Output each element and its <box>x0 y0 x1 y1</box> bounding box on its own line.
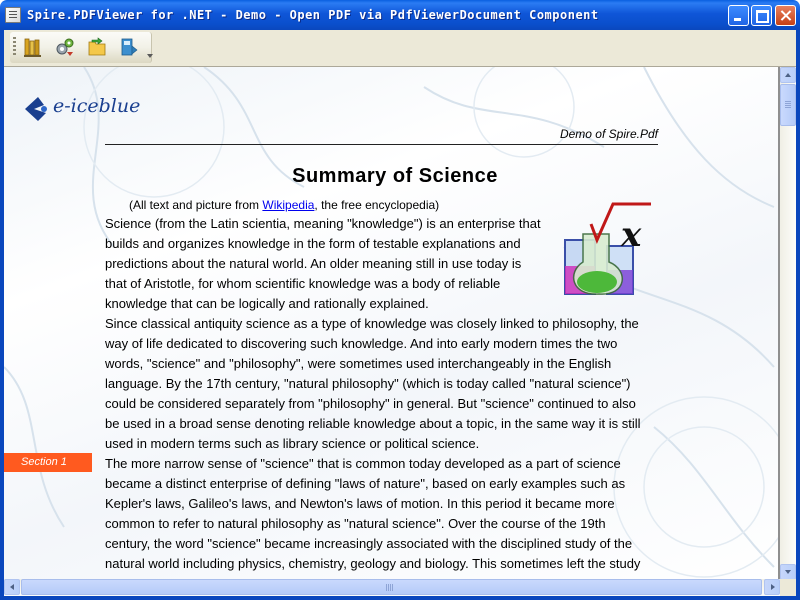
scroll-down-button[interactable] <box>780 564 796 579</box>
text-line: used in modern terms such as library sci… <box>105 436 480 451</box>
folder-arrow-icon <box>88 37 106 56</box>
header-label: Demo of Spire.Pdf <box>559 127 658 141</box>
open-document-button[interactable] <box>22 36 44 58</box>
document-title: Summary of Science <box>292 165 498 187</box>
text-line: Since classical antiquity science as a t… <box>105 316 639 331</box>
logo-text: e-iceblue <box>53 95 141 117</box>
text-line: became a distinct enterprise of defining… <box>105 476 626 491</box>
paragraph-2: Since classical antiquity science as a t… <box>105 314 641 454</box>
window-frame-bottom <box>0 596 800 600</box>
science-illustration: x <box>564 202 651 295</box>
e-iceblue-logo-icon <box>25 97 47 121</box>
horizontal-scrollbar[interactable] <box>4 579 780 596</box>
open-document-icon <box>24 38 41 57</box>
text-line: be used in a broad sense denoting reliab… <box>105 416 641 431</box>
text-line: Science (from the Latin scientia, meanin… <box>105 216 541 231</box>
text-line: Kepler's laws, Galileo's laws, and Newto… <box>105 496 615 511</box>
header-divider <box>105 144 658 145</box>
settings-gears-icon <box>56 38 74 56</box>
attribution-prefix: (All text and picture from <box>129 198 263 212</box>
text-line: words, "science" and "philosophy", were … <box>105 356 612 371</box>
scroll-right-button[interactable] <box>764 579 780 595</box>
toolbar <box>10 32 153 63</box>
pdf-page: e-iceblue Demo of Spire.Pdf Summary of S… <box>4 67 780 579</box>
open-folder-button[interactable] <box>86 36 108 58</box>
paragraph-3: The more narrow sense of "science" that … <box>105 454 640 574</box>
svg-text:x: x <box>620 215 642 255</box>
text-line: knowledge that can be logically and rati… <box>105 296 429 311</box>
arrow-left-icon <box>10 584 14 590</box>
window-title-bar[interactable]: Spire.PDFViewer for .NET - Demo - Open P… <box>0 0 800 30</box>
section-badge: Section 1 <box>4 453 92 472</box>
text-line: century, the word "science" became incre… <box>105 536 633 551</box>
horizontal-scroll-thumb[interactable] <box>21 579 762 595</box>
toolbar-grip[interactable] <box>13 37 16 57</box>
text-line: The more narrow sense of "science" that … <box>105 456 621 471</box>
save-export-button[interactable] <box>118 36 140 58</box>
close-button[interactable] <box>775 5 796 26</box>
vertical-scroll-thumb[interactable] <box>780 84 796 126</box>
maximize-button[interactable] <box>751 5 772 26</box>
vertical-scrollbar[interactable] <box>780 67 796 579</box>
text-line: language. By the 17th century, "natural … <box>105 376 631 391</box>
attribution: (All text and picture from Wikipedia, th… <box>129 198 439 212</box>
arrow-up-icon <box>785 73 791 77</box>
application-icon[interactable] <box>5 7 21 23</box>
text-line: way of life dedicated to discovering suc… <box>105 336 618 351</box>
text-line: builds and organizes knowledge in the fo… <box>105 236 521 251</box>
text-line: common to refer to natural philosophy as… <box>105 516 606 531</box>
scroll-up-button[interactable] <box>780 67 796 83</box>
pdf-viewer[interactable]: e-iceblue Demo of Spire.Pdf Summary of S… <box>4 66 796 579</box>
scroll-left-button[interactable] <box>4 579 20 595</box>
window-frame-right <box>796 66 800 600</box>
arrow-right-icon <box>771 584 775 590</box>
scrollbar-corner <box>780 579 796 596</box>
text-line: natural world including physics, chemist… <box>105 556 641 571</box>
text-line: that of Aristotle, for whom scientific k… <box>105 276 501 291</box>
text-line: could be considered separately from "phi… <box>105 396 636 411</box>
window-title: Spire.PDFViewer for .NET - Demo - Open P… <box>27 8 599 22</box>
save-export-icon <box>121 38 138 56</box>
paragraph-1: Science (from the Latin scientia, meanin… <box>105 214 541 314</box>
arrow-down-icon <box>785 570 791 574</box>
attribution-suffix: , the free encyclopedia) <box>314 198 440 212</box>
wikipedia-link[interactable]: Wikipedia <box>262 198 314 212</box>
toolbar-area <box>0 30 800 66</box>
toolbar-overflow-chevron-icon[interactable] <box>147 54 153 58</box>
minimize-button[interactable] <box>728 5 749 26</box>
text-line: predictions about the natural world. An … <box>105 256 522 271</box>
settings-button[interactable] <box>54 36 76 58</box>
